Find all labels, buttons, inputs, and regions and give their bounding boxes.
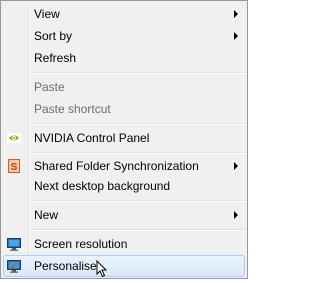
menu-item-label: Paste shortcut (34, 102, 111, 116)
submenu-arrow-icon (234, 211, 238, 219)
menu-item-new[interactable]: New (3, 204, 245, 226)
desktop-context-menu: View Sort by Refresh Paste Paste shortcu… (0, 0, 248, 279)
svg-text:S: S (11, 162, 18, 173)
menu-item-label: Sort by (34, 29, 73, 43)
personalise-icon (6, 258, 22, 274)
menu-item-view[interactable]: View (3, 3, 245, 25)
menu-item-screen-resolution[interactable]: Screen resolution (3, 233, 245, 255)
submenu-arrow-icon (234, 162, 238, 170)
menu-item-label: Shared Folder Synchronization (34, 159, 199, 173)
menu-item-refresh[interactable]: Refresh (3, 47, 245, 69)
menu-separator (31, 229, 245, 231)
submenu-arrow-icon (234, 10, 238, 18)
nvidia-icon (6, 130, 22, 146)
monitor-icon (6, 236, 22, 252)
menu-item-label: Refresh (34, 51, 77, 65)
submenu-arrow-icon (234, 32, 238, 40)
menu-item-label: Next desktop background (34, 179, 171, 193)
menu-item-paste-shortcut: Paste shortcut (3, 98, 245, 120)
menu-item-shared-folder-synchronization[interactable]: S Shared Folder Synchronization (3, 155, 245, 177)
menu-separator (31, 152, 245, 154)
menu-item-sort-by[interactable]: Sort by (3, 25, 245, 47)
menu-separator (31, 123, 245, 125)
menu-item-label: Paste (34, 80, 65, 94)
menu-item-paste: Paste (3, 76, 245, 98)
menu-item-label: New (34, 208, 59, 222)
menu-item-label: Personalise (34, 259, 97, 273)
mouse-cursor-icon (96, 259, 108, 278)
shared-folder-sync-icon: S (6, 158, 22, 174)
menu-item-personalise[interactable]: Personalise (3, 255, 245, 277)
menu-item-label: View (34, 7, 60, 21)
menu-separator (31, 72, 245, 74)
menu-item-label: Screen resolution (34, 237, 128, 251)
menu-item-next-desktop-background[interactable]: Next desktop background (3, 175, 245, 197)
menu-item-label: NVIDIA Control Panel (34, 131, 150, 145)
menu-separator (31, 200, 245, 202)
menu-item-nvidia-control-panel[interactable]: NVIDIA Control Panel (3, 127, 245, 149)
